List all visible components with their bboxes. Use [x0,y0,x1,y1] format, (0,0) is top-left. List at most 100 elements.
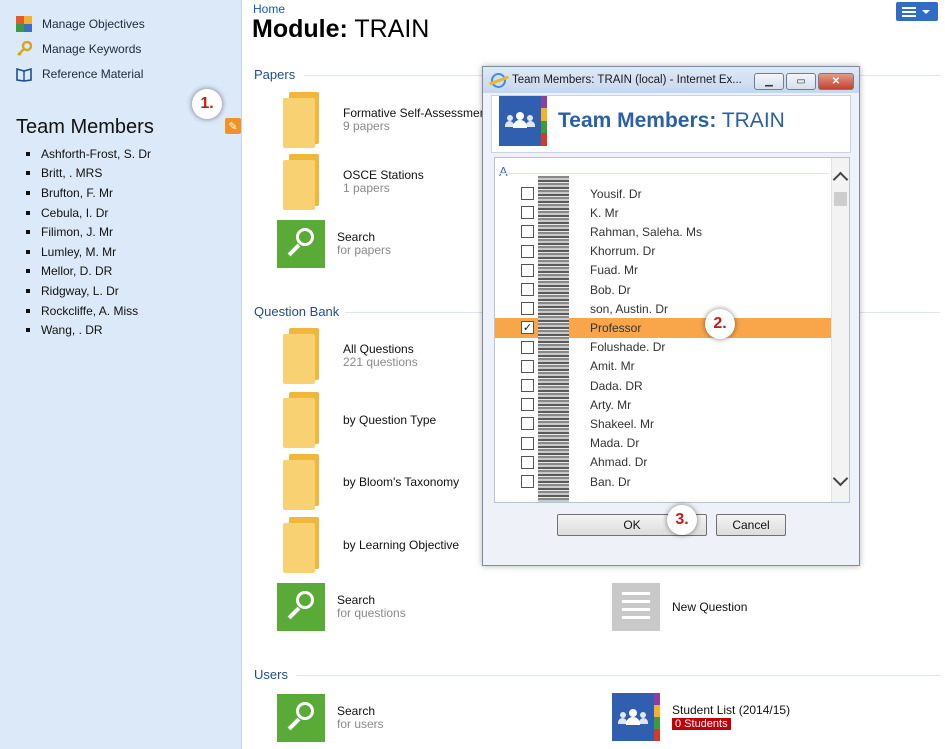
tile-subtitle: for users [337,717,384,731]
tile-by-question-type[interactable]: by Question Type [283,392,436,448]
tile-search-questions[interactable]: Search for questions [277,583,406,631]
team-member-item: Filimon, J. Mr [26,222,151,242]
member-name: Rahman, Saleha. Ms [590,224,703,239]
tile-title: by Question Type [343,412,437,427]
member-name: son, Austin. Dr [590,301,669,316]
member-checkbox[interactable] [521,359,534,373]
member-checklist[interactable]: A Yousif. Dr K. Mr Rahman, Saleha. Ms Khorr… [494,157,850,503]
member-name: Amit. Mr [590,359,635,374]
dialog-heading: Team Members: TRAIN [558,109,785,133]
maximize-button[interactable]: ▭ [786,73,816,90]
dialog-heading-prefix: Team Members: [558,109,717,132]
member-name: Dada. DR [590,378,643,393]
hamburger-icon [902,6,916,17]
member-name: Ahmad. Dr [590,455,648,470]
member-checkbox[interactable] [521,398,534,412]
tile-new-question[interactable]: New Question [612,583,747,631]
tile-all-questions[interactable]: All Questions 221 questions [283,328,418,384]
member-name: Fuad. Mr [590,263,639,278]
chevron-down-icon [922,9,930,14]
book-icon [16,66,34,82]
dialog-window-title: Team Members: TRAIN (local) - Internet E… [512,74,742,86]
scrollbar-thumb[interactable] [834,192,847,206]
minimize-button[interactable]: ▁ [754,73,784,90]
reference-material-link[interactable]: Reference Material [16,65,143,83]
team-member-item: Britt, . MRS [26,164,151,184]
manage-keywords-link[interactable]: Manage Keywords [16,40,141,58]
member-checkbox[interactable] [521,225,534,239]
team-member-item: Mellor, D. DR [26,262,151,282]
tile-search-papers[interactable]: Search for papers [277,220,391,268]
maximize-icon: ▭ [796,76,806,87]
manage-objectives-label: Manage Objectives [42,17,145,31]
internet-explorer-icon [491,72,506,88]
scroll-up-arrow-icon[interactable] [832,171,849,188]
member-name: K. Mr [590,205,619,220]
close-button[interactable]: ✕ [818,73,854,90]
folder-icon [283,328,321,384]
member-name: Shakeel. Mr [590,416,655,431]
member-checkbox[interactable] [521,417,534,431]
tile-search-users[interactable]: Search for users [277,694,384,742]
member-checkbox[interactable]: ✓ [521,321,534,335]
tile-by-learning-objective[interactable]: by Learning Objective [283,517,459,573]
page-title-module: TRAIN [354,15,430,43]
tile-subtitle: 9 papers [343,119,390,133]
team-member-item: Ridgway, L. Dr [26,281,151,301]
member-checkbox[interactable] [521,455,534,469]
member-checkbox[interactable] [521,244,534,258]
team-member-item: Rockcliffe, A. Miss [26,301,151,321]
member-name: Mada. Dr [590,436,640,451]
edit-team-button[interactable]: ✎ [225,118,241,134]
member-checkbox[interactable] [521,302,534,316]
tile-formative-self-assessments[interactable]: Formative Self-Assessments 9 papers [283,92,496,148]
team-members-dialog: Team Members: TRAIN (local) - Internet E… [482,66,860,566]
group-divider [499,173,829,174]
manage-keywords-label: Manage Keywords [42,42,142,56]
breadcrumb-home[interactable]: Home [253,2,285,16]
callout-step-3: 3. [667,505,697,535]
member-name: Yousif. Dr [590,186,642,201]
member-checkbox[interactable] [521,379,534,393]
minimize-icon: ▁ [765,76,773,87]
team-member-item: Wang, . DR [26,320,151,340]
tile-osce-stations[interactable]: OSCE Stations 1 papers [283,154,424,210]
reference-material-label: Reference Material [42,67,144,81]
search-icon [277,583,325,631]
tile-subtitle: 1 papers [343,181,390,195]
group-letter: A [499,164,508,179]
tile-title: Student List (2014/15) [672,702,791,717]
scroll-down-arrow-icon[interactable] [832,470,849,487]
hamburger-menu-button[interactable] [896,2,938,21]
folder-icon [283,392,321,448]
section-divider [296,675,940,676]
manage-objectives-link[interactable]: Manage Objectives [16,15,145,33]
member-name: Folushade. Dr [590,340,666,355]
member-checkbox[interactable] [521,263,534,277]
tile-student-list[interactable]: Student List (2014/15) 0 Students [612,693,790,741]
team-member-item: Cebula, I. Dr [26,203,151,223]
member-name: Bob. Dr [590,282,631,297]
vertical-scrollbar[interactable] [831,158,849,502]
cancel-button[interactable]: Cancel [716,514,786,536]
member-checkbox[interactable] [521,187,534,201]
section-question-bank-heading: Question Bank [254,304,340,319]
member-checkbox[interactable] [521,436,534,450]
team-member-item: Brufton, F. Mr [26,183,151,203]
page-title: Module: TRAIN [252,15,429,44]
member-checkbox[interactable] [521,206,534,220]
search-icon [277,694,325,742]
team-people-icon [499,96,547,146]
dialog-heading-module: TRAIN [721,109,785,132]
member-name: Khorrum. Dr [590,244,656,259]
member-checkbox[interactable] [521,475,534,489]
tile-subtitle: for papers [337,243,392,257]
tile-by-blooms-taxonomy[interactable]: by Bloom's Taxonomy [283,454,459,510]
team-people-icon [612,693,660,741]
member-checkbox[interactable] [521,283,534,297]
objectives-grid-icon [16,16,34,32]
redacted-names-mask [538,176,569,502]
member-checkbox[interactable] [521,340,534,354]
member-name: Ban. Dr [590,474,631,489]
member-name: Professor [590,320,642,335]
